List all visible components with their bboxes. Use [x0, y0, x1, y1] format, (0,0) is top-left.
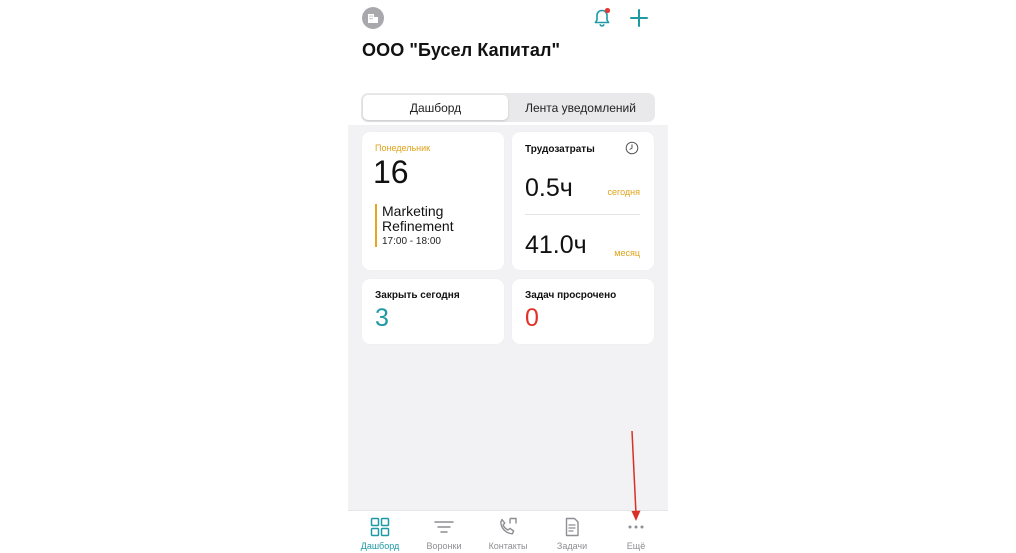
- notification-dot: [604, 7, 611, 14]
- view-switcher: Дашборд Лента уведомлений: [361, 93, 655, 122]
- divider: [525, 214, 640, 215]
- clock-icon: [625, 141, 639, 155]
- bell-icon: [594, 7, 611, 27]
- event-time: 17:00 - 18:00: [382, 236, 441, 247]
- tab-more-label: Ещё: [626, 541, 646, 551]
- close-today-card[interactable]: Закрыть сегодня 3: [362, 279, 504, 344]
- notifications-button[interactable]: [591, 7, 613, 29]
- plus-icon: [630, 9, 648, 27]
- calendar-event[interactable]: Marketing Refinement 17:00 - 18:00: [375, 204, 493, 247]
- time-month-value: 41.0ч: [525, 231, 587, 259]
- overdue-tasks-count: 0: [525, 304, 539, 332]
- segment-notification-feed[interactable]: Лента уведомлений: [508, 95, 653, 120]
- phone-icon: [500, 517, 517, 535]
- tab-contacts[interactable]: Контакты: [476, 511, 540, 553]
- time-tracking-title: Трудозатраты: [525, 144, 595, 155]
- tab-funnels-label: Воронки: [426, 541, 462, 551]
- event-title: Marketing Refinement: [382, 203, 454, 234]
- bottom-tab-bar: Дашборд Воронки Контакты Задачи Ещё: [348, 510, 668, 553]
- more-dots-icon: [628, 525, 644, 529]
- document-icon: [565, 517, 579, 537]
- calendar-day: 16: [373, 154, 409, 190]
- tab-dashboard[interactable]: Дашборд: [348, 511, 412, 553]
- time-tracking-card[interactable]: Трудозатраты 0.5ч сегодня 41.0ч месяц: [512, 132, 654, 270]
- mobile-app-screen: ООО "Бусел Капитал" Дашборд Лента уведом…: [348, 0, 668, 553]
- funnel-icon: [434, 521, 454, 533]
- tab-tasks-label: Задачи: [556, 541, 588, 551]
- segment-dashboard[interactable]: Дашборд: [363, 95, 508, 120]
- header: ООО "Бусел Капитал" Дашборд Лента уведом…: [348, 0, 668, 125]
- calendar-weekday: Понедельник: [375, 143, 431, 153]
- close-today-count: 3: [375, 304, 389, 332]
- tab-more[interactable]: Ещё: [604, 511, 668, 553]
- add-button[interactable]: [628, 7, 650, 29]
- dashboard-content: Понедельник 16 Marketing Refinement 17:0…: [348, 125, 668, 510]
- overdue-tasks-card[interactable]: Задач просрочено 0: [512, 279, 654, 344]
- tab-funnels[interactable]: Воронки: [412, 511, 476, 553]
- time-today-value: 0.5ч: [525, 174, 573, 202]
- tab-contacts-label: Контакты: [488, 541, 528, 551]
- building-icon: [368, 14, 378, 23]
- close-today-title: Закрыть сегодня: [375, 290, 460, 301]
- calendar-card[interactable]: Понедельник 16 Marketing Refinement 17:0…: [362, 132, 504, 270]
- org-avatar[interactable]: [362, 7, 384, 29]
- time-today-label: сегодня: [607, 187, 641, 197]
- tab-tasks[interactable]: Задачи: [540, 511, 604, 553]
- time-month-label: месяц: [614, 248, 640, 258]
- company-title: ООО "Бусел Капитал": [362, 40, 561, 60]
- overdue-tasks-title: Задач просрочено: [525, 290, 617, 301]
- tab-dashboard-label: Дашборд: [360, 541, 400, 551]
- grid-icon: [370, 517, 390, 537]
